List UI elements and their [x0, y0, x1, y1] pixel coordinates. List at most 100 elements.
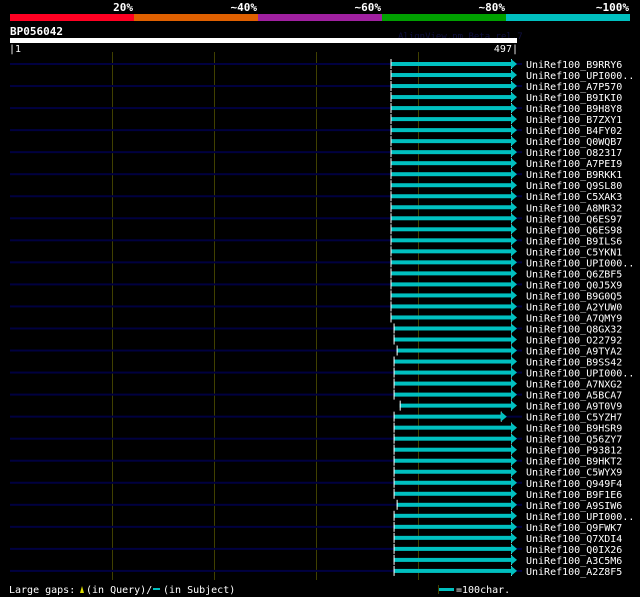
- hit-label[interactable]: UniRef100_A8MR32: [526, 203, 622, 214]
- hit-label[interactable]: UniRef100_Q56ZY7: [526, 435, 622, 446]
- hit-label[interactable]: UniRef100_Q0IX26: [526, 545, 622, 556]
- hit-row[interactable]: UniRef100_C5WYX9: [393, 466, 623, 479]
- hit-label[interactable]: UniRef100_A9T0V9: [526, 402, 622, 413]
- hit-bar[interactable]: [390, 172, 511, 177]
- hit-label[interactable]: UniRef100_A9SIW6: [526, 501, 622, 512]
- hit-label[interactable]: UniRef100_B9G0Q5: [526, 291, 622, 302]
- hit-label[interactable]: UniRef100_B4FY02: [526, 126, 622, 137]
- hit-label[interactable]: UniRef100_A9TYA2: [526, 347, 622, 358]
- hit-label[interactable]: UniRef100_O22792: [526, 336, 622, 347]
- hit-label[interactable]: UniRef100_C5WYX9: [526, 468, 622, 479]
- hit-label[interactable]: UniRef100_Q0J5X9: [526, 280, 622, 291]
- hit-bar[interactable]: [393, 480, 511, 485]
- hit-bar[interactable]: [393, 370, 511, 375]
- hit-label[interactable]: UniRef100_Q6ES98: [526, 225, 622, 236]
- hit-label[interactable]: UniRef100_B9HKT2: [526, 457, 622, 468]
- hit-row[interactable]: UniRef100_Q0WQB7: [390, 136, 623, 148]
- hit-label[interactable]: UniRef100_B9RRY6: [526, 60, 622, 71]
- hit-label[interactable]: UniRef100_C5YKN1: [526, 247, 622, 258]
- hit-row[interactable]: UniRef100_B9HSR9: [393, 422, 623, 435]
- hit-row[interactable]: UniRef100_Q7XDI4: [393, 532, 623, 545]
- hit-bar[interactable]: [390, 227, 511, 232]
- hit-label[interactable]: UniRef100_A7NXG2: [526, 380, 622, 391]
- hit-label[interactable]: UniRef100_A7P570: [526, 82, 622, 93]
- hit-bar[interactable]: [390, 304, 511, 309]
- hit-bar[interactable]: [396, 348, 511, 353]
- hit-label[interactable]: UniRef100_UPI000..: [526, 258, 634, 269]
- hit-label[interactable]: UniRef100_B9ILS6: [526, 236, 622, 247]
- hit-bar[interactable]: [390, 271, 511, 276]
- hit-label[interactable]: UniRef100_A2Z8F5: [526, 567, 622, 578]
- hit-row[interactable]: UniRef100_A7NXG2: [393, 378, 623, 391]
- hit-bar[interactable]: [399, 403, 511, 408]
- hit-row[interactable]: UniRef100_A7PEI9: [390, 158, 623, 170]
- hit-label[interactable]: UniRef100_O82317: [526, 148, 622, 159]
- hit-row[interactable]: UniRef100_P93812: [393, 444, 623, 457]
- hit-row[interactable]: UniRef100_B9IKI0: [390, 92, 623, 104]
- hit-bar[interactable]: [393, 326, 511, 331]
- hit-bar[interactable]: [390, 95, 511, 100]
- hit-bar[interactable]: [393, 546, 511, 551]
- hit-bar[interactable]: [393, 359, 511, 364]
- hit-bar[interactable]: [393, 458, 511, 463]
- hit-label[interactable]: UniRef100_UPI000..: [526, 512, 634, 523]
- hit-row[interactable]: UniRef100_B9G0Q5: [390, 290, 623, 302]
- hit-bar[interactable]: [390, 315, 511, 320]
- hit-bar[interactable]: [390, 238, 511, 243]
- hit-bar[interactable]: [393, 392, 511, 397]
- hit-label[interactable]: UniRef100_Q9SL80: [526, 181, 622, 192]
- hit-label[interactable]: UniRef100_B9F1E6: [526, 490, 622, 501]
- hit-label[interactable]: UniRef100_B9SS42: [526, 358, 622, 369]
- hit-label[interactable]: UniRef100_A3C5M6: [526, 556, 622, 567]
- hit-row[interactable]: UniRef100_UPI000..: [390, 70, 635, 82]
- hit-label[interactable]: UniRef100_C5YZH7: [526, 413, 622, 424]
- hit-bar[interactable]: [390, 139, 511, 144]
- hit-bar[interactable]: [390, 260, 511, 265]
- hit-bar[interactable]: [390, 216, 511, 221]
- hit-row[interactable]: UniRef100_B9SS42: [393, 356, 623, 369]
- hit-row[interactable]: UniRef100_A3C5M6: [393, 554, 623, 567]
- hit-bar[interactable]: [393, 469, 511, 474]
- hit-label[interactable]: UniRef100_Q7XDI4: [526, 534, 622, 545]
- hit-label[interactable]: UniRef100_A7PEI9: [526, 159, 622, 170]
- hit-bar[interactable]: [390, 117, 511, 122]
- hit-row[interactable]: UniRef100_A7QMY9: [390, 312, 623, 324]
- hit-bar[interactable]: [390, 194, 511, 199]
- hit-label[interactable]: UniRef100_Q6ES97: [526, 214, 622, 225]
- hit-bar[interactable]: [393, 337, 511, 342]
- hit-row[interactable]: UniRef100_Q6ZBF5: [390, 268, 623, 280]
- hit-bar[interactable]: [393, 491, 511, 496]
- hit-bar[interactable]: [393, 425, 511, 430]
- hit-row[interactable]: UniRef100_Q6ES98: [390, 224, 623, 236]
- hit-bar[interactable]: [390, 150, 511, 155]
- hit-row[interactable]: UniRef100_C5YKN1: [390, 246, 623, 258]
- hit-bar[interactable]: [393, 381, 511, 386]
- hit-bar[interactable]: [393, 524, 511, 529]
- hit-row[interactable]: UniRef100_A9T0V9: [399, 400, 623, 413]
- hit-bar[interactable]: [390, 282, 511, 287]
- hit-bar[interactable]: [390, 128, 511, 133]
- hit-row[interactable]: UniRef100_Q9SL80: [390, 180, 623, 192]
- hit-row[interactable]: UniRef100_B7ZXY1: [390, 114, 623, 126]
- hit-label[interactable]: UniRef100_P93812: [526, 446, 622, 457]
- hit-bar[interactable]: [390, 293, 511, 298]
- hit-label[interactable]: UniRef100_B9H8Y8: [526, 104, 622, 115]
- hit-bar[interactable]: [393, 414, 501, 419]
- hit-row[interactable]: UniRef100_B9F1E6: [393, 488, 623, 501]
- hit-bar[interactable]: [393, 436, 511, 441]
- hit-label[interactable]: UniRef100_Q8GX32: [526, 324, 622, 335]
- hit-label[interactable]: UniRef100_UPI000..: [526, 369, 634, 380]
- hit-bar[interactable]: [396, 502, 511, 507]
- hit-bar[interactable]: [393, 568, 511, 573]
- hit-bar[interactable]: [390, 205, 511, 210]
- hit-row[interactable]: UniRef100_UPI000..: [10, 257, 634, 269]
- hit-bar[interactable]: [390, 249, 511, 254]
- hit-bar[interactable]: [393, 447, 511, 452]
- hit-label[interactable]: UniRef100_Q9FWK7: [526, 523, 622, 534]
- hit-label[interactable]: UniRef100_B9IKI0: [526, 93, 622, 104]
- hit-label[interactable]: UniRef100_A5BCA7: [526, 391, 622, 402]
- hit-row[interactable]: UniRef100_O22792: [393, 334, 623, 347]
- hit-label[interactable]: UniRef100_Q0WQB7: [526, 137, 622, 148]
- hit-bar[interactable]: [393, 557, 511, 562]
- hit-bar[interactable]: [390, 73, 511, 78]
